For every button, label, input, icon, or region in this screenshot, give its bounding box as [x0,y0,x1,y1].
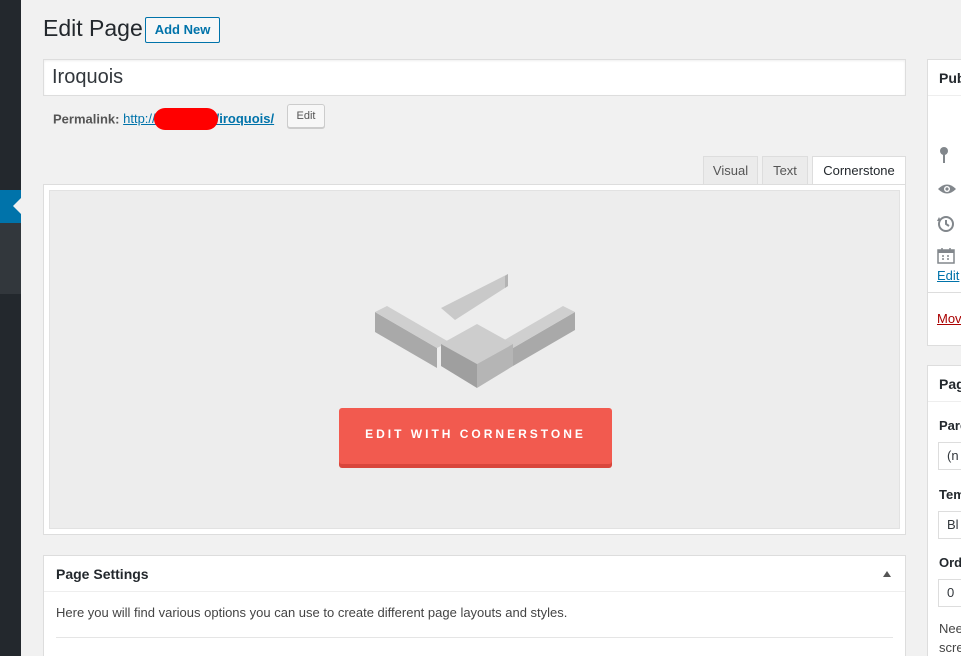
add-new-button[interactable]: Add New [145,17,220,43]
visibility-eye-icon [937,182,957,199]
redaction-mark [153,108,218,130]
divider [928,292,961,293]
parent-select[interactable]: (n [938,442,961,470]
parent-label: Pare [939,418,961,433]
calendar-icon [937,247,955,267]
post-title-input[interactable]: Iroquois [43,59,906,96]
admin-sidebar [0,0,21,656]
active-menu-arrow-icon [13,198,21,214]
permalink-slug: /iroquois/ [215,111,275,127]
permalink-row: Permalink: http:// /iroquois/ [53,108,275,131]
tab-cornerstone[interactable]: Cornerstone [812,156,906,186]
page-settings-header[interactable]: Page Settings [44,556,905,592]
page-settings-box: Page Settings Here you will find various… [43,555,906,656]
help-text-line-2: scre [939,640,961,655]
divider [56,637,893,638]
page-attributes-title: Pag [928,366,961,402]
permalink-label: Permalink: [53,111,120,127]
editor-container: EDIT WITH CORNERSTONE [43,184,906,535]
edit-with-cornerstone-button[interactable]: EDIT WITH CORNERSTONE [339,408,612,464]
status-icon [937,146,951,167]
order-label: Ord [939,555,961,570]
permalink-prefix: http:// [123,111,156,127]
permalink-link[interactable]: http:// /iroquois/ [123,108,275,130]
order-input[interactable]: 0 [938,579,961,607]
cornerstone-panel: EDIT WITH CORNERSTONE [49,190,900,529]
publish-box: Pub Edit Mov [927,59,961,346]
revisions-history-icon [937,215,955,236]
admin-submenu [0,222,21,294]
page-settings-title: Page Settings [56,566,149,582]
edit-slug-button[interactable]: Edit [287,104,325,128]
page-settings-description: Here you will find various options you c… [56,605,568,620]
page-attributes-box: Pag Pare (n Tem Bl Ord 0 Nee scre [927,365,961,656]
template-label: Tem [939,487,961,502]
edit-publish-date-link[interactable]: Edit [937,268,959,283]
publish-box-title: Pub [928,60,961,96]
move-to-trash-link[interactable]: Mov [937,311,961,326]
tab-visual[interactable]: Visual [703,156,758,185]
page-title: Edit Page [43,15,143,41]
template-select[interactable]: Bl [938,511,961,539]
help-text-line-1: Nee [939,621,961,636]
collapse-arrow-icon[interactable] [883,571,891,577]
cornerstone-logo-icon [375,274,575,388]
tab-text[interactable]: Text [762,156,808,185]
